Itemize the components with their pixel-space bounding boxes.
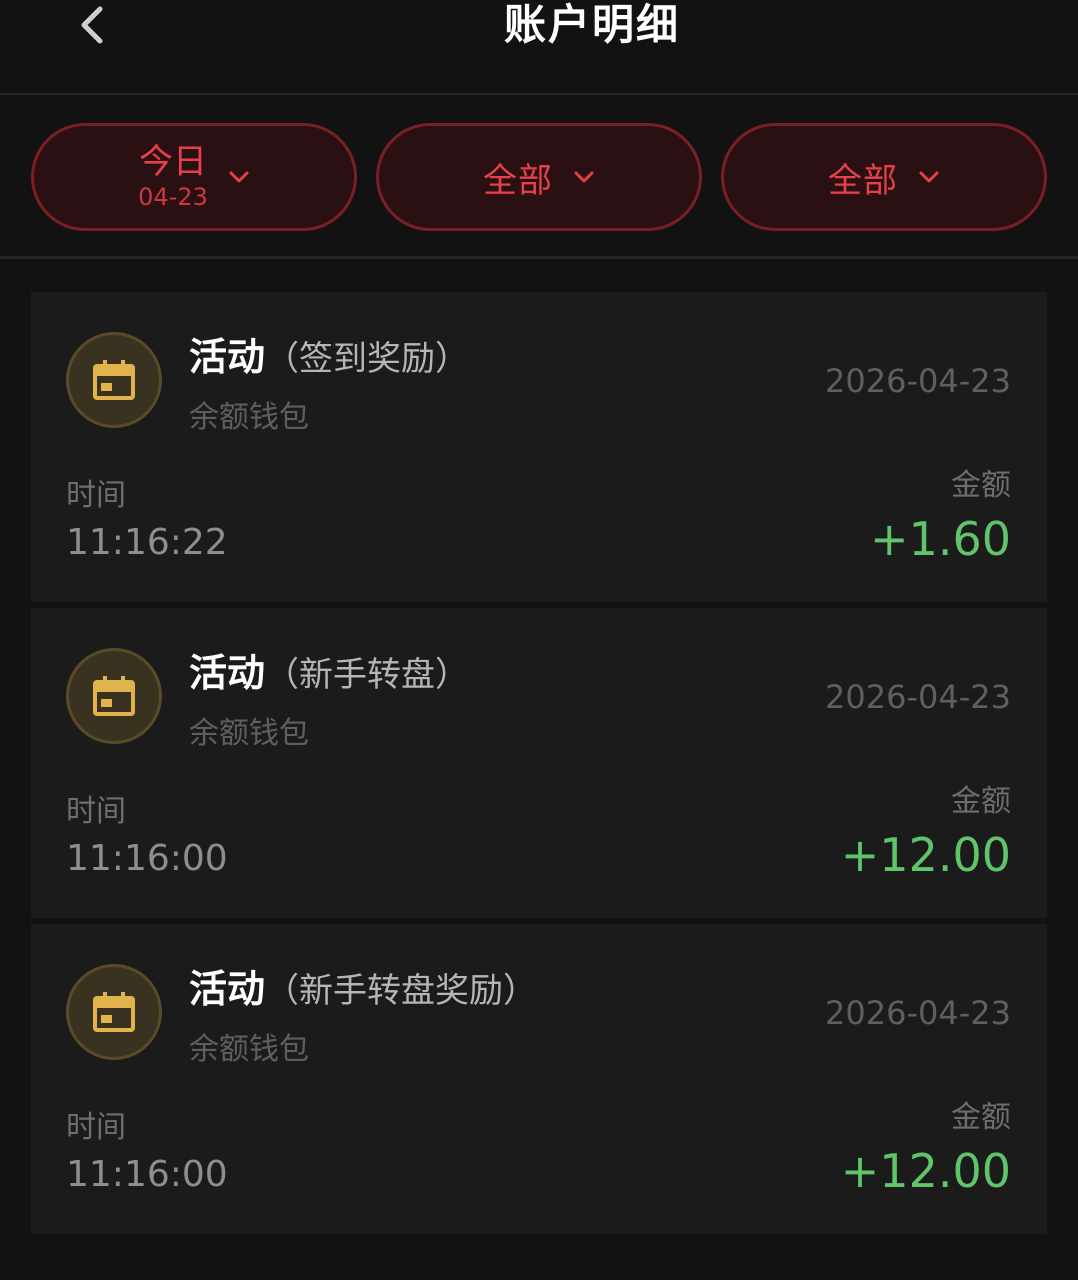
page-title: 账户明细 <box>503 0 680 49</box>
record-card[interactable]: 活动（签到奖励） 余额钱包 2026-04-23 时间 11:16:22 金额 … <box>31 292 1047 602</box>
time-value: 11:16:00 <box>66 1154 228 1195</box>
record-title-sub: （新手转盘奖励） <box>265 971 538 1011</box>
date-filter-label: 今日 04-23 <box>138 145 208 209</box>
record-wallet: 余额钱包 <box>189 1032 309 1067</box>
record-date: 2026-04-23 <box>825 678 1011 716</box>
filter-bar: 今日 04-23 全部 全部 <box>0 97 1078 259</box>
record-card[interactable]: 活动（新手转盘奖励） 余额钱包 2026-04-23 时间 11:16:00 金… <box>31 924 1047 1234</box>
record-title-main: 活动 <box>189 335 266 379</box>
calendar-icon <box>93 360 135 400</box>
date-filter-text: 今日 <box>139 142 207 182</box>
amount-label: 金额 <box>951 468 1011 503</box>
date-filter-button[interactable]: 今日 04-23 <box>31 123 357 231</box>
time-value: 11:16:00 <box>66 838 228 879</box>
record-title: 活动（签到奖励） <box>189 332 469 384</box>
type-filter-text: 全部 <box>483 160 553 201</box>
record-title: 活动（新手转盘） <box>189 648 469 700</box>
type-filter-button[interactable]: 全部 <box>376 123 702 231</box>
record-icon-circle <box>66 332 162 428</box>
time-value: 11:16:22 <box>66 522 228 563</box>
amount-value: +12.00 <box>840 828 1011 882</box>
wallet-filter-text: 全部 <box>828 160 898 201</box>
time-label: 时间 <box>66 478 126 513</box>
time-label: 时间 <box>66 794 126 829</box>
record-card[interactable]: 活动（新手转盘） 余额钱包 2026-04-23 时间 11:16:00 金额 … <box>31 608 1047 918</box>
amount-label: 金额 <box>951 784 1011 819</box>
chevron-down-icon <box>919 171 939 183</box>
chevron-down-icon <box>574 171 594 183</box>
time-label: 时间 <box>66 1110 126 1145</box>
date-filter-date: 04-23 <box>138 183 208 211</box>
record-title-sub: （新手转盘） <box>265 655 470 695</box>
record-icon-circle <box>66 964 162 1060</box>
chevron-down-icon <box>229 171 249 183</box>
calendar-icon <box>93 676 135 716</box>
amount-value: +12.00 <box>840 1144 1011 1198</box>
amount-label: 金额 <box>951 1100 1011 1135</box>
record-icon-circle <box>66 648 162 744</box>
record-title-main: 活动 <box>189 651 266 695</box>
record-date: 2026-04-23 <box>825 994 1011 1032</box>
record-wallet: 余额钱包 <box>189 400 309 435</box>
amount-value: +1.60 <box>870 512 1011 566</box>
record-title: 活动（新手转盘奖励） <box>189 964 537 1016</box>
wallet-filter-button[interactable]: 全部 <box>721 123 1047 231</box>
record-title-sub: （签到奖励） <box>265 339 470 379</box>
record-title-main: 活动 <box>189 967 266 1011</box>
app-header: 账户明细 <box>0 0 1078 95</box>
record-date: 2026-04-23 <box>825 362 1011 400</box>
record-wallet: 余额钱包 <box>189 716 309 751</box>
calendar-icon <box>93 992 135 1032</box>
